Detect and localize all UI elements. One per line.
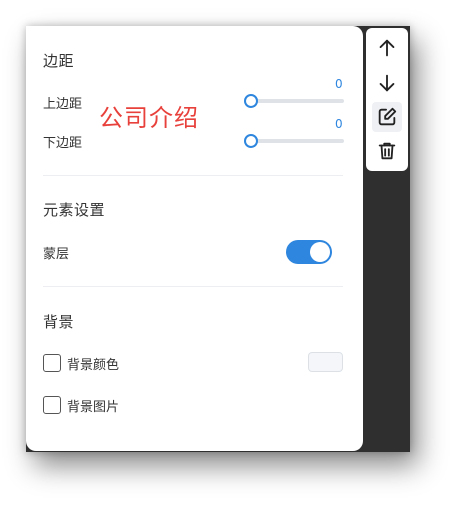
section-divider bbox=[43, 175, 343, 176]
slider-thumb[interactable] bbox=[244, 94, 258, 108]
toggle-knob bbox=[310, 242, 330, 262]
trash-icon[interactable] bbox=[372, 136, 402, 166]
background-color-checkbox[interactable] bbox=[43, 354, 61, 372]
bottom-margin-value: 0 bbox=[335, 117, 343, 131]
bottom-margin-label: 下边距 bbox=[43, 136, 83, 151]
component-toolbar bbox=[366, 28, 408, 171]
background-image-checkbox[interactable] bbox=[43, 396, 61, 414]
top-margin-value: 0 bbox=[335, 77, 343, 91]
slider-track bbox=[244, 99, 344, 103]
slider-thumb[interactable] bbox=[244, 134, 258, 148]
background-color-label: 背景颜色 bbox=[67, 358, 120, 373]
top-margin-slider[interactable] bbox=[244, 94, 344, 108]
arrow-up-icon[interactable] bbox=[372, 33, 402, 63]
edit-icon[interactable] bbox=[372, 102, 402, 132]
element-section-title: 元素设置 bbox=[43, 201, 106, 219]
overlay-title: 公司介绍 bbox=[99, 104, 199, 132]
mask-label: 蒙层 bbox=[43, 247, 70, 262]
margin-section-title: 边距 bbox=[43, 52, 75, 70]
slider-track bbox=[244, 139, 344, 143]
background-color-picker[interactable] bbox=[308, 352, 343, 372]
top-margin-label: 上边距 bbox=[43, 97, 83, 112]
bottom-margin-slider[interactable] bbox=[244, 134, 344, 148]
background-image-label: 背景图片 bbox=[67, 400, 120, 415]
settings-panel: 边距 上边距 0 下边距 0 元素设置 蒙层 背景 背景颜色 背景图片 bbox=[26, 26, 363, 451]
section-divider bbox=[43, 286, 343, 287]
mask-toggle[interactable] bbox=[286, 240, 332, 264]
arrow-down-icon[interactable] bbox=[372, 68, 402, 98]
background-section-title: 背景 bbox=[43, 313, 75, 331]
